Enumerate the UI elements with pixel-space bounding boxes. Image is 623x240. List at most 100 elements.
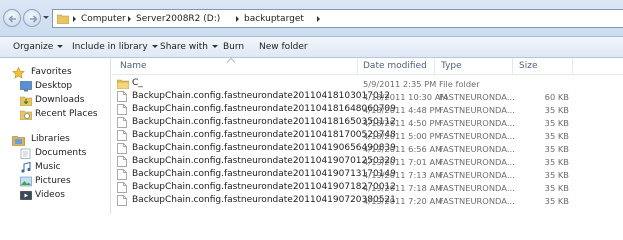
- file-name: C_: [132, 78, 143, 88]
- nav-music-label: Music: [35, 162, 61, 172]
- include-in-library-button[interactable]: Include in library: [72, 42, 158, 52]
- recent-pages-dropdown-icon[interactable]: [43, 15, 49, 21]
- file-name: BackupChain.config.fastneurondate2011041…: [132, 169, 396, 179]
- file-type: FASTNEURONDA...: [439, 92, 515, 102]
- nav-documents-label: Documents: [35, 148, 87, 158]
- nav-pictures[interactable]: Pictures: [20, 175, 108, 189]
- back-button[interactable]: [3, 9, 21, 27]
- file-date-modified: 4/19/2011 7:18 AM: [363, 183, 443, 193]
- file-row[interactable]: BackupChain.config.fastneurondate2011041…: [112, 142, 623, 155]
- file-size: 35 KB: [544, 196, 569, 206]
- nav-music[interactable]: Music: [20, 161, 108, 175]
- file-row[interactable]: BackupChain.config.fastneurondate2011041…: [112, 155, 623, 168]
- nav-libraries[interactable]: Libraries: [12, 133, 107, 147]
- file-date-modified: 4/18/2011 4:50 PM: [363, 118, 442, 128]
- address-box[interactable]: Computer Server2008R2 (D:) backuptarget: [52, 9, 623, 28]
- nav-desktop[interactable]: Desktop: [20, 80, 108, 94]
- file-row[interactable]: BackupChain.config.fastneurondate2011041…: [112, 90, 623, 103]
- breadcrumb-drive[interactable]: Server2008R2 (D:): [136, 14, 220, 24]
- documents-icon: [20, 148, 31, 159]
- file-icon: [117, 117, 127, 128]
- file-date-modified: 4/19/2011 7:01 AM: [363, 157, 443, 167]
- breadcrumb-separator-icon[interactable]: [316, 15, 322, 23]
- file-name: BackupChain.config.fastneurondate2011041…: [132, 91, 391, 101]
- breadcrumb-separator-icon[interactable]: [72, 15, 78, 23]
- file-name: BackupChain.config.fastneurondate2011041…: [132, 104, 396, 114]
- file-type: FASTNEURONDA...: [439, 170, 515, 180]
- sort-ascending-icon: [227, 58, 235, 63]
- file-date-modified: 4/19/2011 7:13 AM: [363, 170, 443, 180]
- file-name: BackupChain.config.fastneurondate2011041…: [132, 156, 396, 166]
- column-header-name[interactable]: Name: [120, 61, 147, 71]
- file-size: 35 KB: [544, 144, 569, 154]
- share-with-button[interactable]: Share with: [160, 42, 218, 52]
- column-header-type[interactable]: Type: [441, 61, 462, 71]
- libraries-icon: [12, 136, 25, 146]
- column-divider[interactable]: [357, 58, 358, 75]
- navigation-pane: Favorites Desktop Downloads Recent Place…: [0, 58, 111, 214]
- nav-downloads[interactable]: Downloads: [20, 94, 108, 108]
- nav-desktop-label: Desktop: [35, 81, 73, 91]
- star-icon: [12, 67, 25, 79]
- file-row[interactable]: BackupChain.config.fastneurondate2011041…: [112, 116, 623, 129]
- breadcrumb-separator-icon[interactable]: [235, 15, 241, 23]
- nav-favorites[interactable]: Favorites: [12, 66, 107, 80]
- file-row[interactable]: BackupChain.config.fastneurondate2011041…: [112, 168, 623, 181]
- file-icon: [117, 169, 127, 180]
- nav-documents[interactable]: Documents: [20, 147, 108, 161]
- file-row[interactable]: BackupChain.config.fastneurondate2011041…: [112, 129, 623, 142]
- forward-arrow-icon: [30, 15, 38, 23]
- burn-button[interactable]: Burn: [223, 42, 244, 52]
- file-list: Name Date modified Type Size C_ 5/9/2011 …: [112, 58, 623, 214]
- file-row[interactable]: BackupChain.config.fastneurondate2011041…: [112, 181, 623, 194]
- file-size: 35 KB: [544, 183, 569, 193]
- command-bar: Organize Include in library Share with B…: [0, 37, 623, 58]
- file-type: FASTNEURONDA...: [439, 196, 515, 206]
- pictures-icon: [20, 176, 32, 187]
- file-date-modified: 4/19/2011 6:56 AM: [363, 144, 443, 154]
- organize-label: Organize: [13, 42, 54, 52]
- file-name: BackupChain.config.fastneurondate2011041…: [132, 143, 396, 153]
- back-arrow-icon: [8, 15, 16, 23]
- breadcrumb-backuptarget[interactable]: backuptarget: [244, 14, 304, 24]
- file-type: FASTNEURONDA...: [439, 144, 515, 154]
- file-date-modified: 5/9/2011 2:35 PM: [363, 79, 437, 89]
- file-type: FASTNEURONDA...: [439, 105, 515, 115]
- file-icon: [117, 195, 127, 206]
- file-name: BackupChain.config.fastneurondate2011041…: [132, 117, 396, 127]
- file-row[interactable]: BackupChain.config.fastneurondate2011041…: [112, 103, 623, 116]
- column-divider[interactable]: [512, 58, 513, 75]
- nav-favorites-label: Favorites: [31, 67, 72, 77]
- file-name: BackupChain.config.fastneurondate2011041…: [132, 195, 396, 205]
- music-icon: [21, 162, 31, 173]
- file-type: FASTNEURONDA...: [439, 183, 515, 193]
- nav-videos[interactable]: Videos: [20, 189, 108, 203]
- nav-videos-label: Videos: [35, 190, 65, 200]
- column-divider[interactable]: [572, 58, 573, 75]
- videos-icon: [20, 191, 32, 200]
- breadcrumb-computer[interactable]: Computer: [81, 14, 126, 24]
- column-header-date-modified[interactable]: Date modified: [363, 61, 427, 71]
- new-folder-button[interactable]: New folder: [259, 42, 308, 52]
- file-date-modified: 4/19/2011 7:20 AM: [363, 196, 443, 206]
- file-size: 35 KB: [544, 105, 569, 115]
- file-type: FASTNEURONDA...: [439, 131, 515, 141]
- column-header-size[interactable]: Size: [519, 61, 537, 71]
- share-with-label: Share with: [160, 42, 208, 52]
- address-bar-row: Computer Server2008R2 (D:) backuptarget: [0, 0, 623, 37]
- recent-places-icon: [20, 110, 32, 120]
- organize-button[interactable]: Organize: [13, 42, 64, 52]
- file-icon: [117, 104, 127, 115]
- forward-button[interactable]: [23, 9, 41, 27]
- file-date-modified: 4/18/2011 4:48 PM: [363, 105, 442, 115]
- folder-row[interactable]: C_ 5/9/2011 2:35 PM File folder: [112, 77, 623, 90]
- file-type: File folder: [439, 79, 480, 89]
- file-row[interactable]: BackupChain.config.fastneurondate2011041…: [112, 194, 623, 207]
- breadcrumb-separator-icon[interactable]: [127, 15, 133, 23]
- column-divider[interactable]: [434, 58, 435, 75]
- file-icon: [117, 156, 127, 167]
- file-size: 35 KB: [544, 131, 569, 141]
- file-type: FASTNEURONDA...: [439, 157, 515, 167]
- downloads-folder-icon: [20, 96, 32, 106]
- nav-recent-places[interactable]: Recent Places: [20, 108, 108, 122]
